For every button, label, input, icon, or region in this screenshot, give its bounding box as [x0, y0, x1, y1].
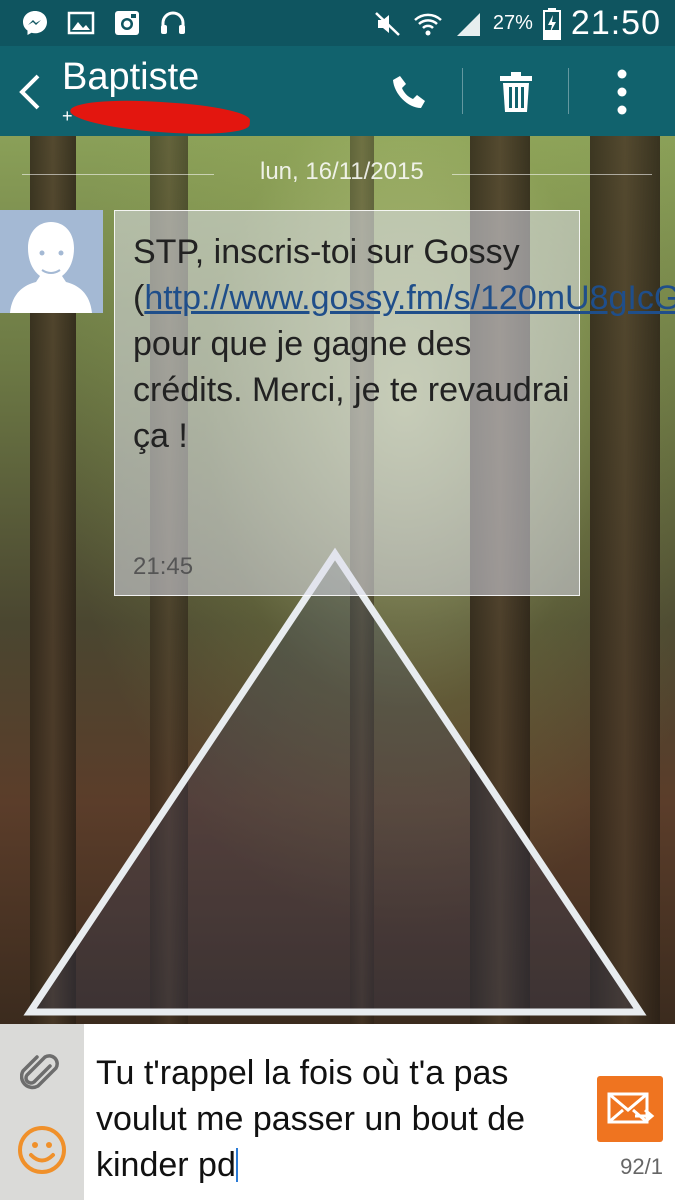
overflow-menu-icon [617, 69, 627, 115]
contact-name[interactable]: Baptiste [62, 56, 199, 99]
battery-charging-icon [542, 7, 561, 40]
person-icon [10, 222, 92, 313]
text-cursor [235, 1148, 238, 1182]
system-status: 27% 21:50 [373, 4, 661, 43]
compose-tools [0, 1024, 84, 1200]
date-label: lun, 16/11/2015 [260, 158, 424, 185]
character-counter: 92/1 [620, 1154, 663, 1179]
redaction-mark [69, 95, 251, 139]
notification-icons [20, 8, 188, 38]
call-button[interactable] [384, 66, 436, 118]
battery-percent: 27% [492, 12, 533, 34]
date-separator: lun, 16/11/2015 [22, 158, 652, 188]
message-time: 21:45 [133, 553, 194, 580]
delete-button[interactable] [490, 66, 542, 118]
send-icon [607, 1092, 655, 1124]
instagram-icon [115, 11, 139, 35]
wifi-icon [414, 13, 442, 35]
signal-icon [456, 12, 480, 36]
messenger-icon [23, 11, 47, 35]
emoji-icon[interactable] [16, 1124, 68, 1176]
conversation-header: Baptiste + [0, 46, 675, 139]
image-icon [67, 11, 95, 35]
conversation-view[interactable]: lun, 16/11/2015 STP, inscris-toi sur Gos… [0, 136, 675, 1024]
back-icon[interactable] [14, 72, 46, 112]
message-bubble[interactable]: STP, inscris-toi sur Gossy (http://www.g… [114, 210, 675, 596]
compose-bar: Tu t'rappel la fois où t'a pas voulut me… [0, 1024, 675, 1200]
status-bar: 27% 21:50 [0, 0, 675, 46]
mute-icon [375, 11, 400, 36]
phone-icon [393, 76, 425, 108]
overflow-menu-button[interactable] [596, 66, 648, 118]
trash-icon [500, 72, 532, 112]
message-text: STP, inscris-toi sur Gossy (http://www.g… [133, 229, 675, 459]
contact-avatar[interactable] [0, 210, 103, 313]
headset-icon [161, 11, 185, 34]
message-input[interactable]: Tu t'rappel la fois où t'a pas voulut me… [96, 1050, 566, 1188]
send-button[interactable] [597, 1076, 663, 1142]
message-link[interactable]: http://www.gossy.fm/s/120mU8gIcG [144, 279, 675, 317]
attach-icon[interactable] [20, 1052, 62, 1094]
clock: 21:50 [570, 4, 661, 42]
